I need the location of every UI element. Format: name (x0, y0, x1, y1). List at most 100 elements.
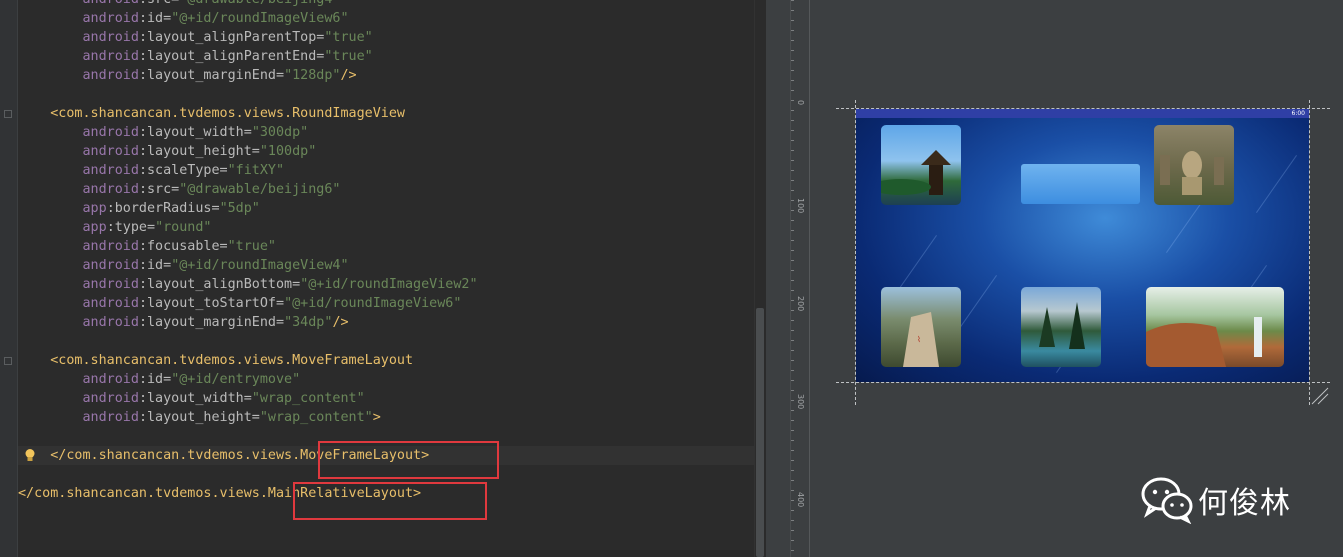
round-image-view-center-focus[interactable] (1021, 164, 1140, 204)
code-token: :type= (106, 220, 156, 235)
code-line[interactable]: app:borderRadius="5dp" (18, 199, 758, 218)
code-line[interactable]: android:layout_toStartOf="@+id/roundImag… (18, 294, 758, 313)
code-token: :layout_height= (138, 410, 260, 425)
code-token: :layout_height= (138, 144, 260, 159)
code-token: <com.shancancan.tvdemos.views.RoundImage… (50, 106, 405, 121)
code-area[interactable]: android:src="@drawable/beijing4" android… (18, 0, 758, 503)
ruler-label: 100 (796, 198, 805, 214)
code-line[interactable]: <com.shancancan.tvdemos.views.MoveFrameL… (18, 351, 758, 370)
ruler-tick (791, 540, 794, 541)
code-token: :layout_alignBottom= (138, 277, 301, 292)
code-token: :src= (138, 182, 180, 197)
code-token: "true" (227, 239, 276, 254)
ruler-tick (791, 200, 794, 201)
code-token: android (83, 0, 139, 7)
code-line[interactable]: android:scaleType="fitXY" (18, 161, 758, 180)
round-image-view-2[interactable]: ⌇ (881, 287, 961, 367)
round-image-view-6[interactable] (1154, 125, 1234, 205)
code-line[interactable]: <com.shancancan.tvdemos.views.RoundImage… (18, 104, 758, 123)
code-token: "100dp" (259, 144, 317, 159)
code-line[interactable]: android:focusable="true" (18, 237, 758, 256)
round-image-view-4[interactable] (1146, 287, 1284, 367)
ruler-tick (791, 400, 794, 401)
code-line[interactable]: android:layout_height="100dp" (18, 142, 758, 161)
ruler-tick (791, 420, 794, 421)
code-line[interactable]: app:type="round" (18, 218, 758, 237)
code-line[interactable]: android:layout_marginEnd="128dp"/> (18, 66, 758, 85)
resize-handle-icon[interactable] (1310, 386, 1330, 406)
code-line[interactable]: android:id="@+id/entrymove" (18, 370, 758, 389)
editor-gutter[interactable] (0, 0, 18, 557)
code-editor[interactable]: android:src="@drawable/beijing4" android… (0, 0, 766, 557)
code-token: android (82, 258, 139, 273)
ruler-tick (791, 180, 794, 181)
code-line[interactable]: android:layout_width="300dp" (18, 123, 758, 142)
highlight-mainrelativelayout-box (293, 482, 487, 520)
lake-forest-image (1039, 302, 1085, 349)
code-line[interactable] (18, 332, 758, 351)
code-token: android (82, 163, 139, 178)
code-line[interactable]: android:layout_height="wrap_content"> (18, 408, 758, 427)
code-token: "@drawable/beijing6" (179, 182, 341, 197)
editor-scrollbar-thumb[interactable] (756, 308, 764, 557)
ruler-tick (791, 380, 794, 381)
code-line[interactable]: android:layout_marginEnd="34dp"/> (18, 313, 758, 332)
code-token: android (82, 30, 139, 45)
ruler-tick (791, 260, 794, 261)
buddha-carving-image (1160, 151, 1224, 195)
ruler-tick (791, 220, 794, 221)
code-token: android (82, 11, 139, 26)
ruler-tick (791, 270, 794, 271)
fold-marker-icon[interactable] (4, 110, 12, 118)
code-token: :layout_marginEnd= (138, 68, 285, 83)
rock-carving-image: ⌇ (903, 312, 939, 367)
round-image-view-3[interactable] (1021, 287, 1101, 367)
fold-marker-icon[interactable] (4, 357, 12, 365)
code-token: android (82, 391, 139, 406)
ruler-tick (791, 360, 794, 361)
code-token: /> (340, 68, 357, 83)
code-token: :id= (138, 258, 172, 273)
lightbulb-icon[interactable] (24, 448, 36, 463)
code-token: :src= (139, 0, 179, 7)
code-line[interactable]: android:layout_alignParentTop="true" (18, 28, 758, 47)
code-token: android (82, 296, 139, 311)
code-line[interactable]: android:layout_width="wrap_content" (18, 389, 758, 408)
watermark-text: 何俊林 (1198, 486, 1291, 521)
code-token: android (82, 125, 139, 140)
code-token: :layout_width= (138, 125, 252, 140)
code-token: :id= (138, 372, 172, 387)
code-token: /> (332, 315, 349, 330)
ruler-tick (791, 250, 794, 251)
code-line[interactable] (18, 85, 758, 104)
code-token: "@+id/entrymove" (171, 372, 301, 387)
code-token: android (82, 182, 139, 197)
code-line[interactable]: android:id="@+id/roundImageView4" (18, 256, 758, 275)
device-preview[interactable]: 6:00 ⌇ (856, 109, 1309, 382)
ruler-label: 300 (796, 394, 805, 410)
ruler-tick (791, 410, 794, 411)
code-token: "wrap_content" (259, 410, 373, 425)
code-line[interactable]: android:layout_alignParentEnd="true" (18, 47, 758, 66)
round-image-view-1[interactable] (881, 125, 961, 205)
code-token: android (82, 315, 139, 330)
code-line[interactable]: android:id="@+id/roundImageView6" (18, 9, 758, 28)
code-line[interactable]: android:src="@drawable/beijing6" (18, 180, 758, 199)
code-line[interactable]: android:src="@drawable/beijing4" (18, 0, 758, 9)
code-line[interactable]: android:layout_alignBottom="@+id/roundIm… (18, 275, 758, 294)
code-token: app (82, 201, 107, 216)
ruler-tick (791, 70, 794, 71)
ruler-tick (791, 350, 794, 351)
ruler-tick (791, 470, 794, 471)
